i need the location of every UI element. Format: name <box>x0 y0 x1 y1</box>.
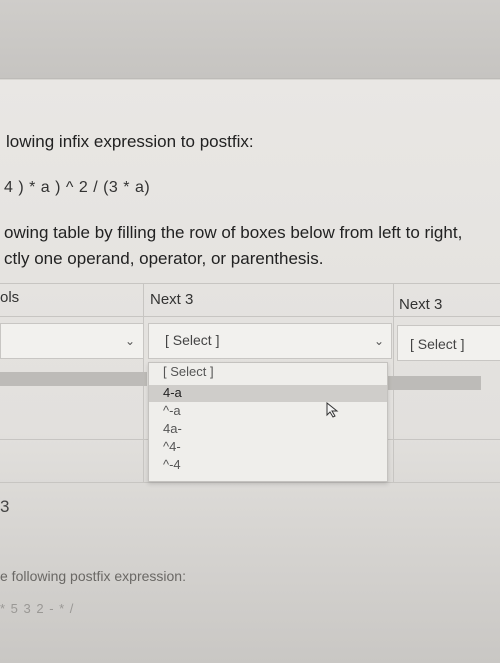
dropdown-option[interactable]: 4a- <box>149 421 387 438</box>
table-header-next3: Next 3 <box>150 291 194 308</box>
dropdown-option[interactable]: ^-4 <box>149 457 387 474</box>
table-bottom-border <box>0 482 500 483</box>
question-number: 3 <box>0 497 10 516</box>
select-next3-a[interactable]: [ Select ] ⌄ <box>148 323 392 359</box>
chevron-down-icon: ⌄ <box>374 334 385 348</box>
table-top-border <box>0 283 500 284</box>
instructions-line-1: owing table by filling the row of boxes … <box>4 223 463 242</box>
table-header-symbols: ols <box>0 289 20 306</box>
dropdown-option[interactable]: ^-a <box>149 403 387 420</box>
question-prompt: lowing infix expression to postfix: <box>6 132 254 151</box>
chevron-down-icon: ⌄ <box>125 334 136 348</box>
postfix-expression: * 5 3 2 - * / <box>0 601 75 616</box>
instructions-line-2: ctly one operand, operator, or parenthes… <box>4 249 324 268</box>
question-prompt-2: e following postfix expression: <box>0 568 186 584</box>
table-header-border <box>0 316 500 317</box>
mouse-pointer-icon <box>326 402 339 418</box>
answer-row-bar <box>0 372 147 386</box>
dropdown-option[interactable]: ^4- <box>149 439 387 456</box>
dropdown-option[interactable]: [ Select ] <box>149 364 387 381</box>
select-symbols[interactable]: ⌄ <box>0 323 144 359</box>
table-header-next3: Next 3 <box>399 296 443 313</box>
dropdown-list[interactable]: [ Select ] 4-a ^-a 4a- ^4- ^-4 <box>148 362 388 482</box>
window-top-bar <box>0 0 500 79</box>
answer-row-bar <box>388 376 481 390</box>
select-next3-b[interactable]: [ Select ] <box>397 325 500 361</box>
dropdown-option-highlighted[interactable]: 4-a <box>149 385 387 402</box>
infix-expression: 4 ) * a ) ^ 2 / (3 * a) <box>4 179 151 196</box>
